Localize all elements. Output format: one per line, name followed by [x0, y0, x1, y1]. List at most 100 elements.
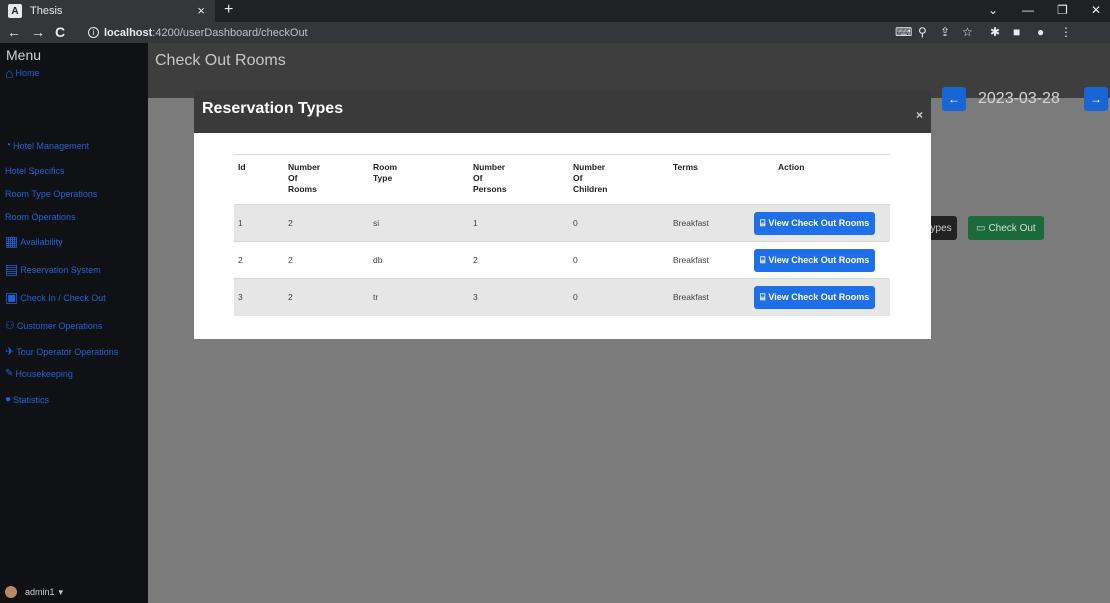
- column-header-terms: Terms: [673, 162, 698, 172]
- cell-rooms: 2: [288, 218, 293, 228]
- sidebar-item-label: Room Operations: [5, 212, 76, 222]
- cell-action: ⌸ View Check Out Rooms: [744, 242, 890, 279]
- profile-icon[interactable]: ●: [1037, 25, 1044, 39]
- key-icon: ▣: [5, 289, 19, 305]
- avatar: [5, 586, 17, 598]
- sidebar-item-room-type-operations[interactable]: Room Type Operations: [5, 189, 97, 199]
- table-row: 3 2 tr 3 0 Breakfast ⌸ View Check Out Ro…: [234, 278, 890, 316]
- address-bar[interactable]: i localhost :4200/userDashboard/checkOut: [88, 24, 888, 41]
- cell-action: ⌸ View Check Out Rooms: [744, 205, 890, 242]
- tab-search-chevron-icon[interactable]: ⌄: [988, 3, 998, 17]
- sidebar-item-label: Customer Operations: [16, 320, 103, 331]
- zoom-icon[interactable]: ⚲: [918, 25, 927, 39]
- sidebar-item-check-in-check-out[interactable]: ▣ Check In / Check Out: [5, 289, 106, 306]
- calendar-icon: ▤: [5, 261, 19, 277]
- plane-icon: ✈: [5, 346, 15, 358]
- bed-icon: ⌸: [760, 217, 766, 228]
- site-info-icon[interactable]: i: [88, 27, 99, 38]
- arrow-left-icon: ←: [948, 92, 960, 106]
- id-card-icon: ▭: [976, 222, 986, 234]
- tab-close-icon[interactable]: ×: [197, 3, 205, 18]
- cell-id: 3: [238, 292, 243, 303]
- previous-date-button[interactable]: ←: [942, 87, 966, 111]
- translate-icon[interactable]: ⌨: [895, 25, 912, 39]
- restore-icon[interactable]: ❐: [1057, 3, 1068, 17]
- bookmark-star-icon[interactable]: ☆: [962, 25, 973, 39]
- cell-persons: 3: [473, 292, 478, 303]
- modal-close-button[interactable]: ×: [916, 108, 923, 122]
- url-host: localhost: [104, 26, 153, 39]
- side-panel-icon[interactable]: ■: [1013, 25, 1020, 39]
- sidebar-item-room-operations[interactable]: Room Operations: [5, 212, 76, 222]
- share-icon[interactable]: ⇪: [940, 25, 950, 39]
- sidebar-item-tour-operator-operations[interactable]: ✈ Tour Operator Operations: [5, 345, 118, 358]
- sidebar-item-label: Home: [15, 68, 40, 78]
- browser-tab[interactable]: A Thesis ×: [0, 0, 215, 22]
- view-check-out-rooms-button[interactable]: ⌸ View Check Out Rooms: [754, 248, 876, 272]
- next-date-button[interactable]: →: [1084, 87, 1108, 111]
- column-header-action: Action: [778, 162, 805, 172]
- sidebar: Menu ⌂ Home ◔ Hotel Management Hotel Spe…: [0, 43, 148, 603]
- check-out-button[interactable]: ▭ Check Out: [968, 216, 1044, 240]
- table-row: 1 2 si 1 0 Breakfast ⌸ View Check Out Ro…: [234, 204, 890, 242]
- cell-terms: Breakfast: [673, 218, 709, 228]
- sidebar-item-label: Reservation System: [20, 264, 101, 275]
- extensions-icon[interactable]: ✱: [990, 25, 1000, 39]
- sidebar-item-label: Statistics: [13, 394, 50, 405]
- arrow-right-icon: →: [1090, 92, 1102, 106]
- column-header-id: Id: [238, 162, 246, 172]
- menu-title: Menu: [6, 47, 42, 63]
- cell-persons: 2: [473, 255, 478, 265]
- sidebar-item-home[interactable]: ⌂ Home: [5, 65, 39, 81]
- cell-children: 0: [573, 255, 578, 265]
- sidebar-item-hotel-management[interactable]: ◔ Hotel Management: [5, 140, 89, 151]
- cell-terms: Breakfast: [673, 292, 709, 303]
- sidebar-item-housekeeping[interactable]: ✎ Housekeeping: [5, 368, 73, 379]
- cell-action: ⌸ View Check Out Rooms: [744, 279, 890, 316]
- dashboard-icon: ◔: [5, 140, 12, 151]
- sidebar-item-label: Housekeeping: [15, 368, 73, 379]
- minimize-icon[interactable]: —: [1022, 3, 1034, 17]
- reservation-types-table: Id Number Of Rooms Room Type Number Of Person…: [234, 154, 890, 316]
- cell-id: 1: [238, 218, 243, 228]
- reload-icon[interactable]: C: [55, 24, 65, 40]
- sidebar-item-statistics[interactable]: ● Statistics: [5, 394, 49, 405]
- home-icon: ⌂: [5, 65, 14, 81]
- tab-title: Thesis: [30, 5, 63, 17]
- view-check-out-rooms-button[interactable]: ⌸ View Check Out Rooms: [754, 211, 876, 235]
- user-menu[interactable]: admin1 ▾: [5, 586, 63, 598]
- table-header-row: Id Number Of Rooms Room Type Number Of Person…: [234, 154, 890, 205]
- url-path: :4200/userDashboard/checkOut: [152, 26, 308, 39]
- back-icon[interactable]: ←: [7, 24, 21, 40]
- button-label: View Check Out Rooms: [768, 218, 870, 228]
- reservation-types-modal: Reservation Types × Id Number Of Rooms Roo…: [194, 91, 931, 339]
- caret-down-icon: ▾: [58, 586, 64, 597]
- menu-kebab-icon[interactable]: ⋮: [1060, 25, 1072, 39]
- window-close-icon[interactable]: ✕: [1091, 3, 1101, 17]
- forward-icon[interactable]: →: [31, 24, 45, 40]
- view-check-out-rooms-button[interactable]: ⌸ View Check Out Rooms: [754, 285, 876, 309]
- chart-icon: ●: [5, 394, 12, 405]
- bed-icon: ⌸: [760, 291, 766, 302]
- browser-toolbar: ← → C i localhost :4200/userDashboard/ch…: [0, 22, 1110, 43]
- new-tab-icon[interactable]: +: [224, 1, 233, 19]
- cell-room-type: db: [373, 255, 383, 265]
- favicon-icon: A: [8, 4, 22, 18]
- cell-rooms: 2: [288, 292, 293, 303]
- cell-persons: 1: [473, 218, 478, 228]
- modal-header: Reservation Types ×: [194, 91, 931, 133]
- button-label: View Check Out Rooms: [768, 255, 870, 265]
- column-header-number-of-persons: Number Of Persons: [473, 162, 507, 194]
- cell-children: 0: [573, 218, 578, 228]
- sidebar-item-label: Tour Operator Operations: [16, 346, 119, 357]
- column-header-number-of-rooms: Number Of Rooms: [288, 162, 321, 194]
- sidebar-item-reservation-system[interactable]: ▤ Reservation System: [5, 261, 101, 278]
- cell-room-type: tr: [373, 292, 379, 303]
- user-name: admin1: [25, 587, 55, 597]
- sidebar-item-hotel-specifics[interactable]: Hotel Specifics: [5, 166, 65, 176]
- sidebar-item-availability[interactable]: ▦ Availability: [5, 233, 63, 250]
- cell-id: 2: [238, 255, 243, 265]
- sidebar-item-customer-operations[interactable]: ⚇ Customer Operations: [5, 319, 102, 332]
- sidebar-item-label: Hotel Management: [13, 140, 90, 151]
- cell-room-type: si: [373, 218, 380, 228]
